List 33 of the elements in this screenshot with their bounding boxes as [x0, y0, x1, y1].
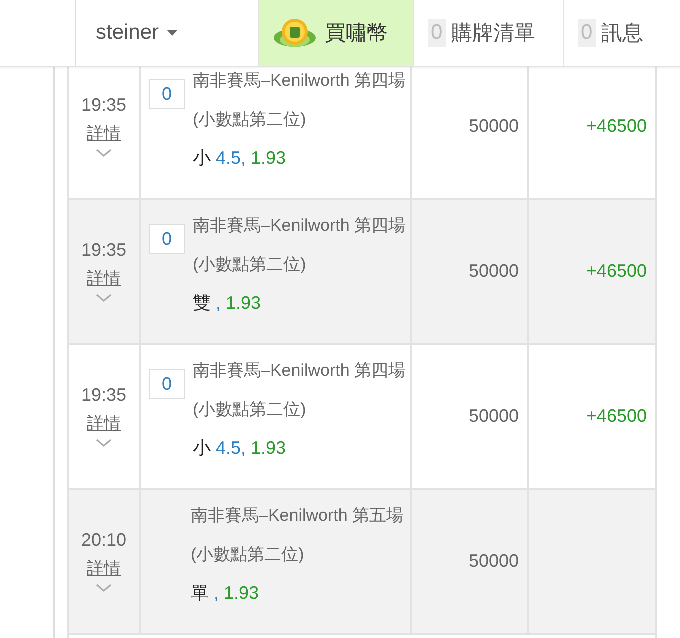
bet-text: 雙 , 1.93 [193, 292, 262, 315]
amount-text: 50000 [468, 406, 519, 427]
coin-icon [273, 16, 317, 50]
odds-box[interactable]: 0 [149, 369, 185, 399]
details-link[interactable]: 詳情 [87, 267, 121, 290]
event-name: 南非賽馬–Kenilworth 第四場 (小數點第二位) [193, 70, 407, 131]
chevron-down-icon[interactable] [96, 584, 112, 593]
odds-box[interactable]: 0 [149, 79, 185, 109]
amount-text: 50000 [468, 551, 519, 572]
chevron-down-icon[interactable] [96, 439, 112, 448]
chevron-down-icon[interactable] [96, 149, 112, 158]
time-text: 19:35 [81, 385, 127, 406]
event-name: 南非賽馬–Kenilworth 第五場 (小數點第二位) [191, 505, 405, 566]
buy-coins-button[interactable]: 買嘯幣 [259, 0, 414, 66]
amount-text: 50000 [468, 261, 519, 282]
bet-text: 小 4.5, 1.93 [193, 437, 288, 460]
event-name: 南非賽馬–Kenilworth 第四場 (小數點第二位) [193, 360, 407, 421]
time-text: 20:10 [81, 530, 127, 551]
profit-text: +46500 [586, 261, 647, 282]
chevron-down-icon[interactable] [96, 294, 112, 303]
time-text: 19:35 [81, 240, 127, 261]
event-name: 南非賽馬–Kenilworth 第四場 (小數點第二位) [193, 215, 407, 276]
bet-text: 單 , 1.93 [191, 582, 260, 605]
profit-text: +46500 [586, 116, 647, 137]
bet-text: 小 4.5, 1.93 [193, 147, 288, 170]
amount-text: 50000 [468, 116, 519, 137]
details-link[interactable]: 詳情 [87, 122, 121, 145]
details-link[interactable]: 詳情 [87, 557, 121, 580]
time-text: 19:35 [81, 95, 127, 116]
profit-text: +46500 [586, 406, 647, 427]
caret-icon [167, 30, 178, 36]
details-link[interactable]: 詳情 [87, 412, 121, 435]
odds-box[interactable]: 0 [149, 224, 185, 254]
